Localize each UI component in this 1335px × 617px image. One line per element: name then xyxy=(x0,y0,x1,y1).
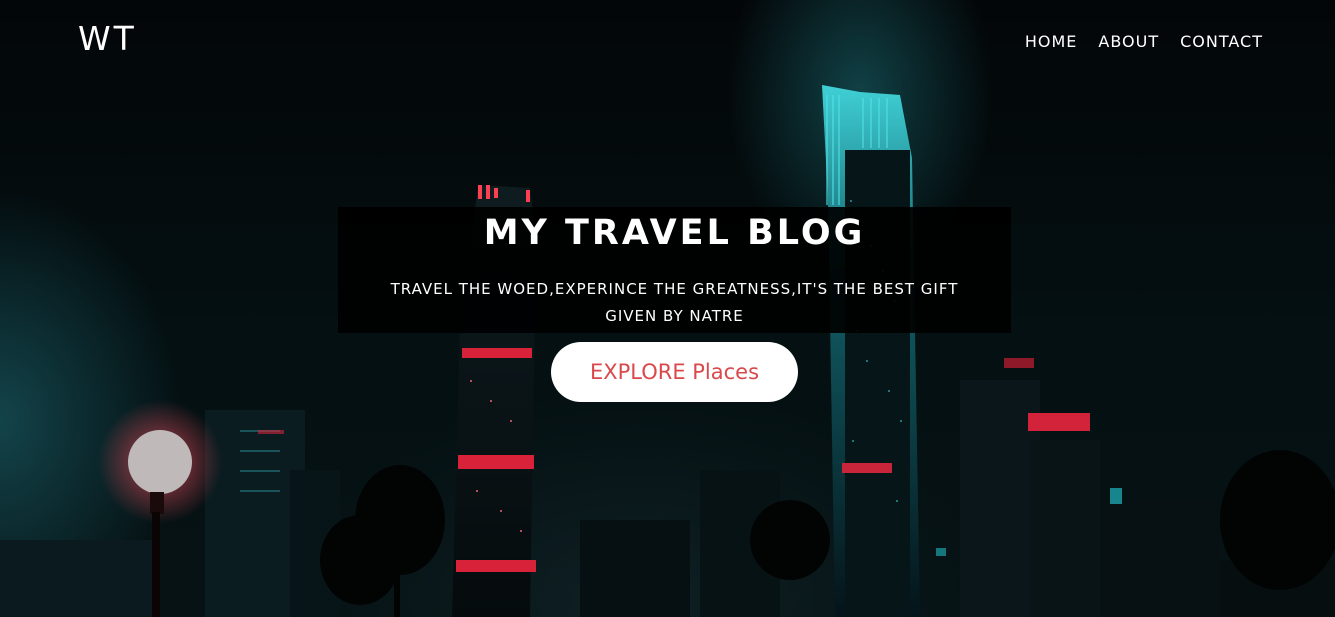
nav-link-about[interactable]: ABOUT xyxy=(1098,32,1159,51)
hero-subtitle-line2: GIVEN BY NATRE xyxy=(605,307,744,325)
nav-link-contact[interactable]: CONTACT xyxy=(1180,32,1263,51)
hero-subtitle: TRAVEL THE WOED,EXPERINCE THE GREATNESS,… xyxy=(338,276,1011,330)
hero-subtitle-line1: TRAVEL THE WOED,EXPERINCE THE GREATNESS,… xyxy=(390,280,959,298)
nav-link-home[interactable]: HOME xyxy=(1025,32,1078,51)
hero-section: WT HOME ABOUT CONTACT MY TRAVEL BLOG TRA… xyxy=(0,0,1335,617)
explore-places-button[interactable]: EXPLORE Places xyxy=(551,342,798,402)
hero-title: MY TRAVEL BLOG xyxy=(483,213,866,253)
site-logo[interactable]: WT xyxy=(78,19,137,58)
main-nav: HOME ABOUT CONTACT xyxy=(1025,32,1263,51)
